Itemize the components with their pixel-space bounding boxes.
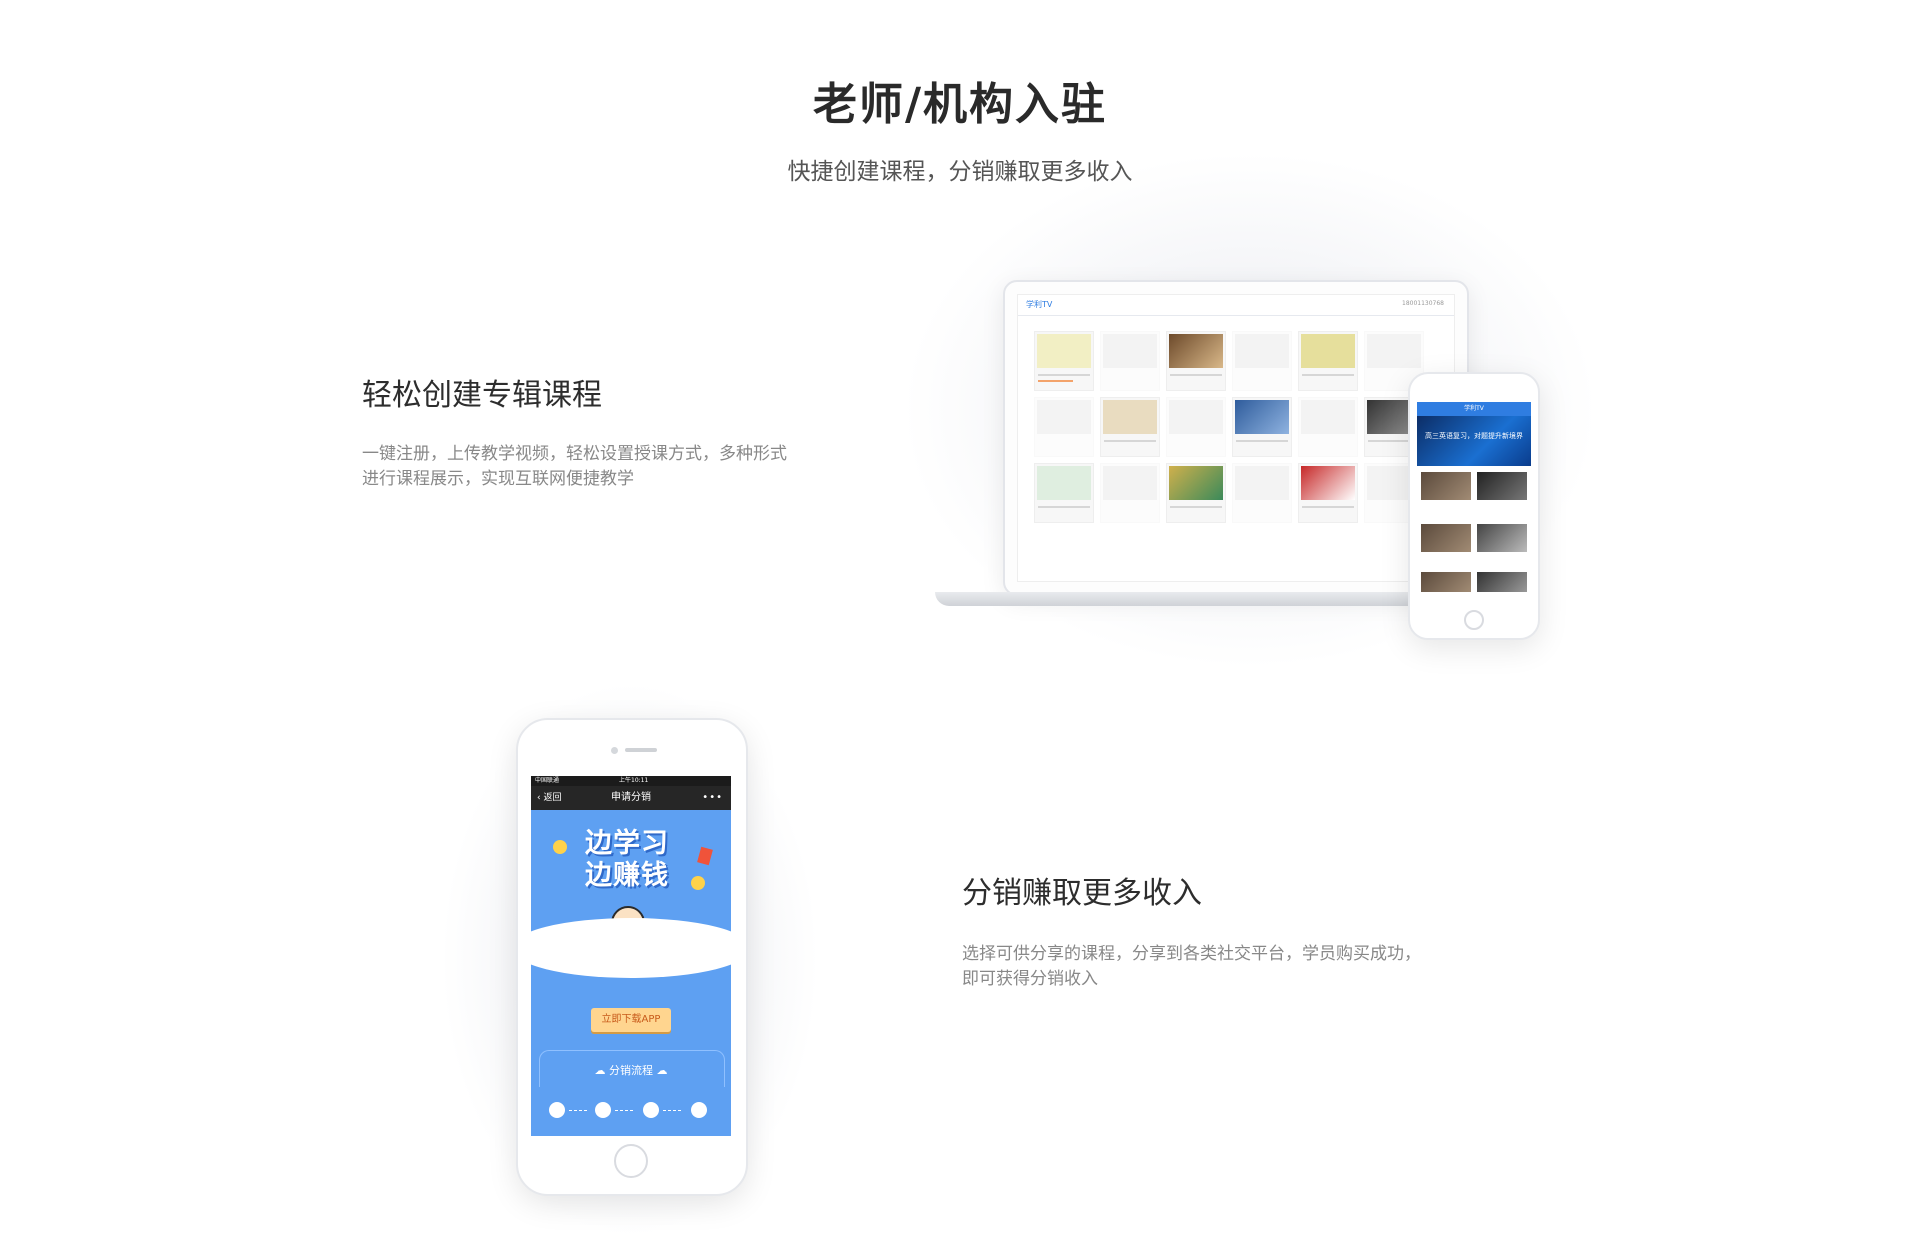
hero-line1: 边学习 [585, 828, 669, 859]
phone-speaker [625, 748, 657, 752]
section1-desc-line2: 进行课程展示，实现互联网便捷教学 [362, 469, 634, 489]
more-icon[interactable]: ••• [702, 786, 723, 810]
arrow-icon [615, 1110, 633, 1112]
home-button [614, 1144, 648, 1178]
phone-app-header: 学利TV [1417, 402, 1531, 416]
carrier: 中国联通 [535, 777, 560, 784]
back-button[interactable]: ‹ 返回 [537, 786, 561, 810]
course-card [1166, 331, 1226, 391]
course-card [1034, 331, 1094, 391]
arrow-icon [663, 1110, 681, 1112]
flow-title: ☁ 分销流程 ☁ [594, 1064, 668, 1077]
course-card [1100, 331, 1160, 391]
send-icon [643, 1102, 659, 1118]
page-subtitle: 快捷创建课程，分销赚取更多收入 [787, 159, 1133, 185]
section1-desc-line1: 一键注册，上传教学视频，轻松设置授课方式，多种形式 [362, 444, 787, 464]
course-thumb [1421, 572, 1471, 592]
course-card [1298, 331, 1358, 391]
hero-line2: 边赚钱 [585, 860, 669, 891]
course-thumb [1477, 524, 1527, 552]
hero-headline: 边学习 边赚钱 [585, 828, 669, 892]
status-bar: 中国联通 上午10:11 [531, 776, 731, 786]
arrow-icon [569, 1110, 587, 1112]
phone-mockup-small: 学利TV 高三英语复习，对题提升新境界 [1408, 372, 1540, 640]
phone-screen: 中国联通 上午10:11 ‹ 返回 申请分销 ••• 边学习 边赚钱 立即下载A… [531, 776, 731, 1136]
download-app-button[interactable]: 立即下载APP [591, 1008, 671, 1032]
course-thumb [1421, 472, 1471, 500]
course-thumb [1421, 524, 1471, 552]
check-icon [595, 1102, 611, 1118]
course-card [1034, 463, 1094, 523]
phone-banner: 高三英语复习，对题提升新境界 [1417, 416, 1531, 466]
phone-mockup-large: 中国联通 上午10:11 ‹ 返回 申请分销 ••• 边学习 边赚钱 立即下载A… [516, 718, 748, 1196]
laptop-user: 18001130768 [1402, 300, 1444, 307]
flow-title-label: 分销流程 [609, 1064, 653, 1077]
course-card [1232, 331, 1292, 391]
course-card [1100, 397, 1160, 457]
course-card [1232, 463, 1292, 523]
course-card [1034, 397, 1094, 457]
nav-title: 申请分销 [611, 792, 651, 803]
wave-divider [531, 918, 731, 978]
clock: 上午10:11 [619, 777, 649, 784]
red-envelope-icon [697, 846, 713, 866]
course-card [1298, 463, 1358, 523]
flow-steps [549, 1102, 719, 1120]
section1-title: 轻松创建专辑课程 [362, 378, 602, 413]
laptop-screen: 学利TV 18001130768 [1017, 294, 1455, 582]
course-card [1232, 397, 1292, 457]
nav-bar: ‹ 返回 申请分销 ••• [531, 786, 731, 810]
phone-camera [611, 747, 618, 754]
coin-icon [553, 840, 567, 854]
course-card [1166, 463, 1226, 523]
course-thumb [1477, 572, 1527, 592]
course-thumb [1477, 472, 1527, 500]
section2-desc-line2: 即可获得分销收入 [962, 969, 1098, 989]
laptop-mockup: 学利TV 18001130768 [1003, 280, 1469, 596]
section2-desc-line1: 选择可供分享的课程，分享到各类社交平台，学员购买成功， [962, 944, 1421, 964]
course-card [1100, 463, 1160, 523]
money-bag-icon [691, 1102, 707, 1118]
section2-title: 分销赚取更多收入 [962, 876, 1202, 911]
course-card [1166, 397, 1226, 457]
home-button [1464, 610, 1484, 630]
coin-icon [691, 876, 705, 890]
laptop-logo: 学利TV [1026, 300, 1053, 309]
page-title: 老师/机构入驻 [812, 79, 1108, 130]
back-label: 返回 [543, 793, 562, 803]
laptop-navbar: 学利TV 18001130768 [1018, 295, 1454, 316]
phone-screen: 学利TV 高三英语复习，对题提升新境界 [1417, 402, 1531, 602]
pen-icon [549, 1102, 565, 1118]
course-card [1298, 397, 1358, 457]
